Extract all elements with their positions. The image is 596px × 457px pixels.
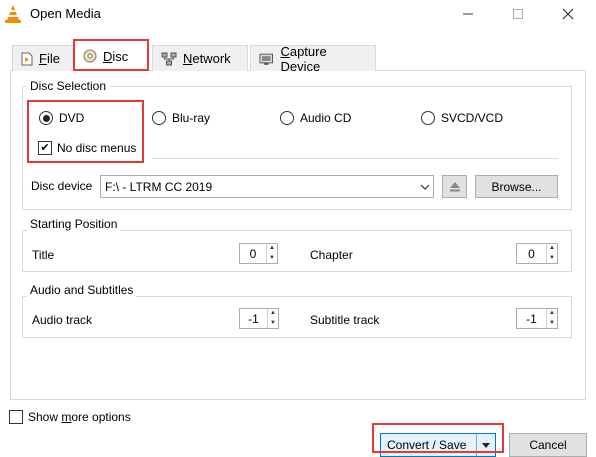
spin-down-icon[interactable]: ▼ <box>547 254 557 264</box>
tab-network[interactable]: Network <box>152 45 248 71</box>
disc-selection-title: Disc Selection <box>27 79 110 93</box>
disc-device-label: Disc device <box>31 179 93 193</box>
spin-up-icon[interactable]: ▲ <box>547 244 557 254</box>
show-more-options-label: Show more options <box>28 410 131 424</box>
radio-bluray-label: Blu-ray <box>172 111 211 125</box>
audio-subtitles-title: Audio and Subtitles <box>27 283 137 297</box>
audio-track-value: -1 <box>248 311 259 326</box>
tab-network-accesskey: N <box>183 51 193 66</box>
spin-arrows[interactable]: ▲ ▼ <box>267 309 278 328</box>
radio-svcd-vcd-label: SVCD/VCD <box>441 111 504 125</box>
checkbox-indicator <box>9 410 23 424</box>
vlc-cone-icon <box>4 4 22 24</box>
radio-audio-cd-indicator <box>280 111 294 125</box>
radio-bluray[interactable]: Blu-ray <box>152 111 210 125</box>
close-icon <box>562 8 574 20</box>
tab-network-label: etwork <box>192 51 231 66</box>
highlight-convert-save <box>372 423 504 453</box>
spin-up-icon[interactable]: ▲ <box>267 244 277 254</box>
spin-up-icon[interactable]: ▲ <box>547 309 557 319</box>
show-more-options-checkbox[interactable]: Show more options <box>9 410 131 424</box>
spin-up-icon[interactable]: ▲ <box>268 309 278 319</box>
subtitle-track-label: Subtitle track <box>310 313 380 327</box>
radio-svcd-vcd-indicator <box>421 111 435 125</box>
chapter-label: Chapter <box>310 248 353 262</box>
tab-capture-accesskey: C <box>280 43 290 59</box>
maximize-icon <box>513 9 523 19</box>
eject-icon <box>449 182 460 192</box>
highlight-disc-tab <box>73 39 149 71</box>
radio-audio-cd-label: Audio CD <box>300 111 352 125</box>
window-title: Open Media <box>30 6 101 21</box>
radio-bluray-indicator <box>152 111 166 125</box>
file-icon <box>21 52 33 65</box>
network-icon <box>161 52 177 65</box>
spin-down-icon[interactable]: ▼ <box>547 319 557 329</box>
starting-position-title: Starting Position <box>27 217 121 231</box>
maximize-button[interactable] <box>496 0 540 28</box>
disc-device-combobox[interactable]: F:\ - LTRM CC 2019 <box>100 175 434 198</box>
tab-file[interactable]: File <box>12 45 74 71</box>
radio-audio-cd[interactable]: Audio CD <box>280 111 351 125</box>
title-value: 0 <box>249 246 257 261</box>
radio-svcd-vcd[interactable]: SVCD/VCD <box>421 111 503 125</box>
eject-button[interactable] <box>442 175 467 198</box>
spin-down-icon[interactable]: ▼ <box>267 254 277 264</box>
tab-file-label: ile <box>46 51 60 66</box>
capture-device-icon <box>259 53 274 65</box>
spin-arrows[interactable]: ▲ ▼ <box>546 244 557 263</box>
title-spinbox[interactable]: 0 ▲ ▼ <box>239 243 278 264</box>
audio-track-spinbox[interactable]: -1 ▲ ▼ <box>239 308 279 329</box>
chapter-spinbox[interactable]: 0 ▲ ▼ <box>516 243 558 264</box>
minimize-icon <box>463 13 473 15</box>
audio-track-label: Audio track <box>32 313 93 327</box>
chevron-down-icon[interactable] <box>416 176 433 197</box>
chapter-value: 0 <box>528 246 535 261</box>
spin-arrows[interactable]: ▲ ▼ <box>546 309 557 328</box>
browse-button[interactable]: Browse... <box>475 175 558 198</box>
audio-subtitles-group <box>22 296 572 338</box>
disc-selection-separator <box>152 158 558 159</box>
cancel-button[interactable]: Cancel <box>509 433 587 457</box>
subtitle-track-value: -1 <box>526 311 537 326</box>
title-label: Title <box>32 248 55 262</box>
disc-device-value: F:\ - LTRM CC 2019 <box>105 179 213 194</box>
spin-down-icon[interactable]: ▼ <box>268 319 278 329</box>
tab-capture-device[interactable]: Capture Device <box>250 43 376 74</box>
tab-file-accesskey: F <box>39 51 47 66</box>
spin-arrows[interactable]: ▲ ▼ <box>266 244 277 263</box>
minimize-button[interactable] <box>446 0 490 28</box>
highlight-dvd-options <box>27 100 144 163</box>
starting-position-group <box>22 230 572 272</box>
subtitle-track-spinbox[interactable]: -1 ▲ ▼ <box>516 308 558 329</box>
close-button[interactable] <box>546 0 590 28</box>
